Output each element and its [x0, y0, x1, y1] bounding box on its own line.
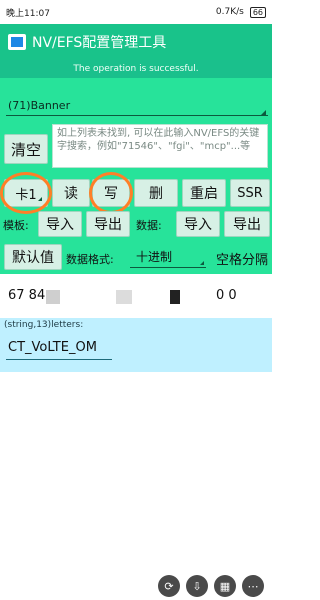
letters-input[interactable]: CT_VoLTE_OM: [6, 336, 112, 360]
bottom-toolbar: ⟳ ⇩ ▦ ⋯: [0, 572, 272, 600]
restart-button[interactable]: 重启: [182, 179, 226, 207]
redacted-block: [170, 290, 180, 304]
redacted-block: [46, 290, 60, 304]
menu-icon[interactable]: ⋯: [242, 575, 264, 597]
separator-option[interactable]: 空格分隔: [216, 249, 268, 268]
status-net-speed: 0.7K/s: [215, 7, 244, 17]
status-bar: 晚上11:07 0.7K/s 66: [0, 0, 272, 24]
letters-label: (string,13)letters:: [4, 320, 84, 330]
search-input[interactable]: 如上列表未找到, 可以在此输入NV/EFS的关键字搜索，例如"71546"、"f…: [52, 124, 268, 168]
data-format-arrow-icon: [200, 261, 204, 265]
data-format-label: 数据格式:: [66, 253, 114, 266]
item-select-value[interactable]: (71)Banner: [8, 99, 70, 112]
template-import-button[interactable]: 导入: [38, 211, 82, 237]
status-time: 晚上11:07: [6, 8, 50, 19]
data-values-suffix[interactable]: 0 0: [216, 288, 237, 303]
download-icon[interactable]: ⇩: [186, 575, 208, 597]
template-label: 模板:: [3, 219, 29, 232]
delete-button[interactable]: 删: [134, 179, 178, 207]
grid-icon[interactable]: ▦: [214, 575, 236, 597]
success-toast: The operation is successful.: [0, 60, 272, 78]
data-values-prefix[interactable]: 67 84: [8, 288, 45, 303]
app-title-bar: NV/EFS配置管理工具: [0, 24, 272, 60]
ssr-button[interactable]: SSR: [230, 179, 270, 207]
clear-button[interactable]: 清空: [4, 134, 48, 164]
default-value-button[interactable]: 默认值: [4, 244, 62, 270]
share-icon[interactable]: ⟳: [158, 575, 180, 597]
read-button[interactable]: 读: [52, 179, 90, 207]
data-label: 数据:: [136, 219, 162, 232]
data-format-select[interactable]: 十进制: [130, 248, 206, 268]
data-import-button[interactable]: 导入: [176, 211, 220, 237]
app-icon: [8, 34, 26, 50]
item-select-arrow-icon[interactable]: [261, 110, 266, 115]
annotation-circle-write: [89, 172, 133, 214]
template-export-button[interactable]: 导出: [86, 211, 130, 237]
app-title: NV/EFS配置管理工具: [32, 35, 167, 51]
data-export-button[interactable]: 导出: [224, 211, 270, 237]
data-format-value: 十进制: [136, 250, 173, 264]
battery-level: 66: [249, 6, 266, 18]
redacted-block: [116, 290, 132, 304]
annotation-circle-card: [0, 172, 52, 214]
item-select-underline: [6, 115, 268, 116]
